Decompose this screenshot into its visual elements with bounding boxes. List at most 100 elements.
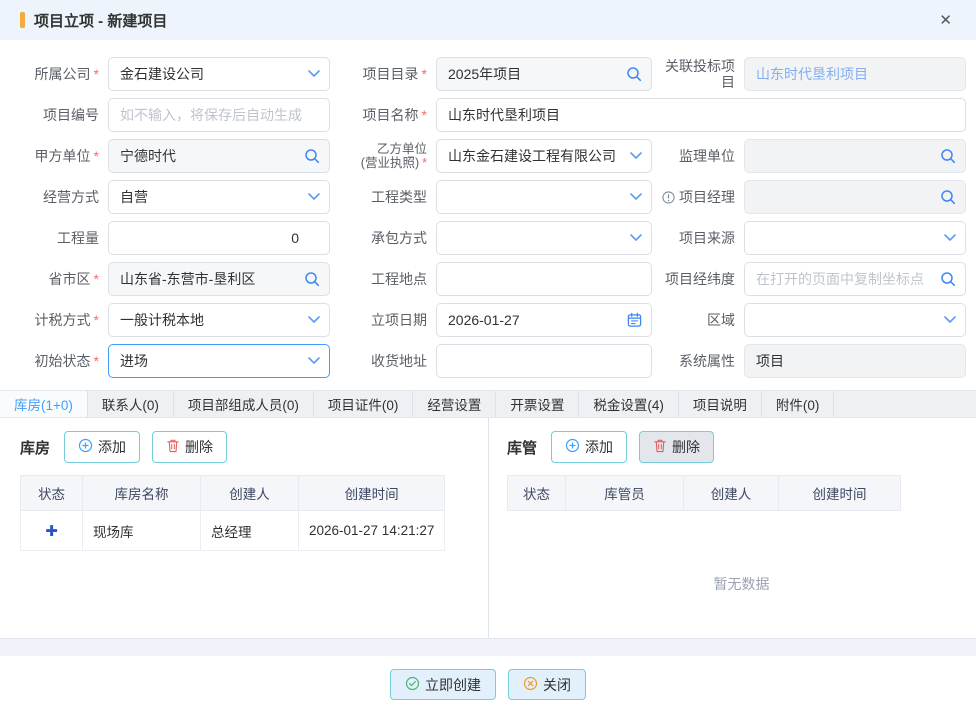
- project-no-field[interactable]: [108, 98, 330, 132]
- keeper-delete-button[interactable]: 删除: [639, 431, 714, 463]
- coordinates-input[interactable]: [744, 262, 966, 296]
- location-input[interactable]: [436, 262, 652, 296]
- warehouse-toolbar: 库房 添加 删除: [20, 431, 488, 463]
- catalog-field[interactable]: [436, 57, 652, 91]
- start-date-input[interactable]: [436, 303, 652, 337]
- tab-operation-settings[interactable]: 经营设置: [413, 391, 496, 417]
- region-field[interactable]: [108, 262, 330, 296]
- row-name-cell: 现场库: [83, 511, 201, 551]
- location-field[interactable]: [436, 262, 652, 296]
- related-bid-label: 关联投标项目: [652, 57, 744, 91]
- quantity-field[interactable]: [108, 221, 330, 255]
- catalog-input[interactable]: [436, 57, 652, 91]
- start-date-field[interactable]: [436, 303, 652, 337]
- chevron-down-icon: [630, 193, 642, 201]
- plus-icon: ✚: [45, 523, 58, 540]
- tab-certificates[interactable]: 项目证件(0): [314, 391, 414, 417]
- contract-mode-input[interactable]: [436, 221, 652, 255]
- check-circle-icon: [405, 676, 420, 694]
- trash-icon: [166, 438, 180, 456]
- coordinates-field[interactable]: [744, 262, 966, 296]
- keeper-add-button[interactable]: 添加: [551, 431, 627, 463]
- tax-mode-input[interactable]: [108, 303, 330, 337]
- tab-contacts[interactable]: 联系人(0): [88, 391, 174, 417]
- search-icon[interactable]: [304, 148, 320, 164]
- party-b-label: 乙方单位 (营业执照)*: [330, 139, 436, 173]
- keeper-panel: 库管 添加 删除 状态 库管员 创建人 创建时间 暂无数据: [488, 418, 976, 638]
- row-created-cell: 2026-01-27 14:21:27: [299, 511, 445, 551]
- create-now-button[interactable]: 立即创建: [390, 669, 496, 700]
- contract-mode-select[interactable]: [436, 221, 652, 255]
- warehouse-panels: 库房 添加 删除 状态 库房名称 创建人 创建时间 ✚: [0, 418, 976, 639]
- close-icon[interactable]: ✕: [939, 13, 952, 28]
- add-circle-icon: [565, 438, 580, 456]
- project-manager-label: 项目经理: [652, 180, 744, 214]
- operation-mode-label: 经营方式: [0, 180, 108, 214]
- quantity-input[interactable]: [108, 221, 330, 255]
- tab-attachments[interactable]: 附件(0): [762, 391, 835, 417]
- chevron-down-icon: [308, 357, 320, 365]
- party-a-field[interactable]: [108, 139, 330, 173]
- supervisor-field: [744, 139, 966, 173]
- chevron-down-icon: [308, 70, 320, 78]
- delivery-address-field[interactable]: [436, 344, 652, 378]
- project-name-input[interactable]: [436, 98, 966, 132]
- search-icon[interactable]: [940, 189, 956, 205]
- trash-icon: [653, 438, 667, 456]
- keeper-table: 状态 库管员 创建人 创建时间: [507, 475, 901, 511]
- project-no-input[interactable]: [108, 98, 330, 132]
- party-b-select[interactable]: [436, 139, 652, 173]
- search-icon[interactable]: [626, 66, 642, 82]
- keeper-toolbar: 库管 添加 删除: [507, 431, 976, 463]
- company-select[interactable]: [108, 57, 330, 91]
- area-select[interactable]: [744, 303, 966, 337]
- initial-status-label: 初始状态*: [0, 344, 108, 378]
- system-attr-input: [744, 344, 966, 378]
- tab-project-notes[interactable]: 项目说明: [679, 391, 762, 417]
- operation-mode-input[interactable]: [108, 180, 330, 214]
- supervisor-label: 监理单位: [652, 139, 744, 173]
- tab-warehouse[interactable]: 库房(1+0): [0, 391, 88, 417]
- project-source-input[interactable]: [744, 221, 966, 255]
- warehouse-col-name: 库房名称: [83, 476, 201, 511]
- party-a-label: 甲方单位*: [0, 139, 108, 173]
- tab-project-team[interactable]: 项目部组成人员(0): [174, 391, 314, 417]
- company-input[interactable]: [108, 57, 330, 91]
- dialog-footer: 立即创建 关闭: [0, 656, 976, 700]
- system-attr-field: [744, 344, 966, 378]
- warehouse-panel: 库房 添加 删除 状态 库房名称 创建人 创建时间 ✚: [0, 418, 488, 638]
- party-a-input[interactable]: [108, 139, 330, 173]
- tax-mode-select[interactable]: [108, 303, 330, 337]
- warehouse-table-row[interactable]: ✚ 现场库 总经理 2026-01-27 14:21:27: [21, 511, 445, 551]
- delivery-address-input[interactable]: [436, 344, 652, 378]
- project-type-input[interactable]: [436, 180, 652, 214]
- project-source-select[interactable]: [744, 221, 966, 255]
- warehouse-section-title: 库房: [20, 437, 50, 458]
- add-circle-icon: [78, 438, 93, 456]
- search-icon[interactable]: [304, 271, 320, 287]
- project-form: 所属公司* 项目目录* 关联投标项目 项目编号 项目名称* 甲方单位* 乙方单位…: [0, 40, 976, 378]
- project-no-label: 项目编号: [0, 98, 108, 132]
- warehouse-add-button[interactable]: 添加: [64, 431, 140, 463]
- region-input[interactable]: [108, 262, 330, 296]
- project-name-field[interactable]: [436, 98, 966, 132]
- calendar-icon[interactable]: [627, 313, 642, 328]
- dialog-titlebar: 项目立项 - 新建项目 ✕: [0, 0, 976, 40]
- initial-status-input[interactable]: [108, 344, 330, 378]
- delivery-address-label: 收货地址: [330, 344, 436, 378]
- chevron-down-icon: [308, 316, 320, 324]
- tab-invoice-settings[interactable]: 开票设置: [496, 391, 579, 417]
- search-icon[interactable]: [940, 148, 956, 164]
- start-date-label: 立项日期: [330, 303, 436, 337]
- project-manager-field: [744, 180, 966, 214]
- area-input[interactable]: [744, 303, 966, 337]
- operation-mode-select[interactable]: [108, 180, 330, 214]
- party-b-input[interactable]: [436, 139, 652, 173]
- region-label: 省市区*: [0, 262, 108, 296]
- search-icon[interactable]: [940, 271, 956, 287]
- tab-tax-settings[interactable]: 税金设置(4): [579, 391, 679, 417]
- warehouse-delete-button[interactable]: 删除: [152, 431, 227, 463]
- project-type-select[interactable]: [436, 180, 652, 214]
- close-button[interactable]: 关闭: [508, 669, 586, 700]
- initial-status-select[interactable]: [108, 344, 330, 378]
